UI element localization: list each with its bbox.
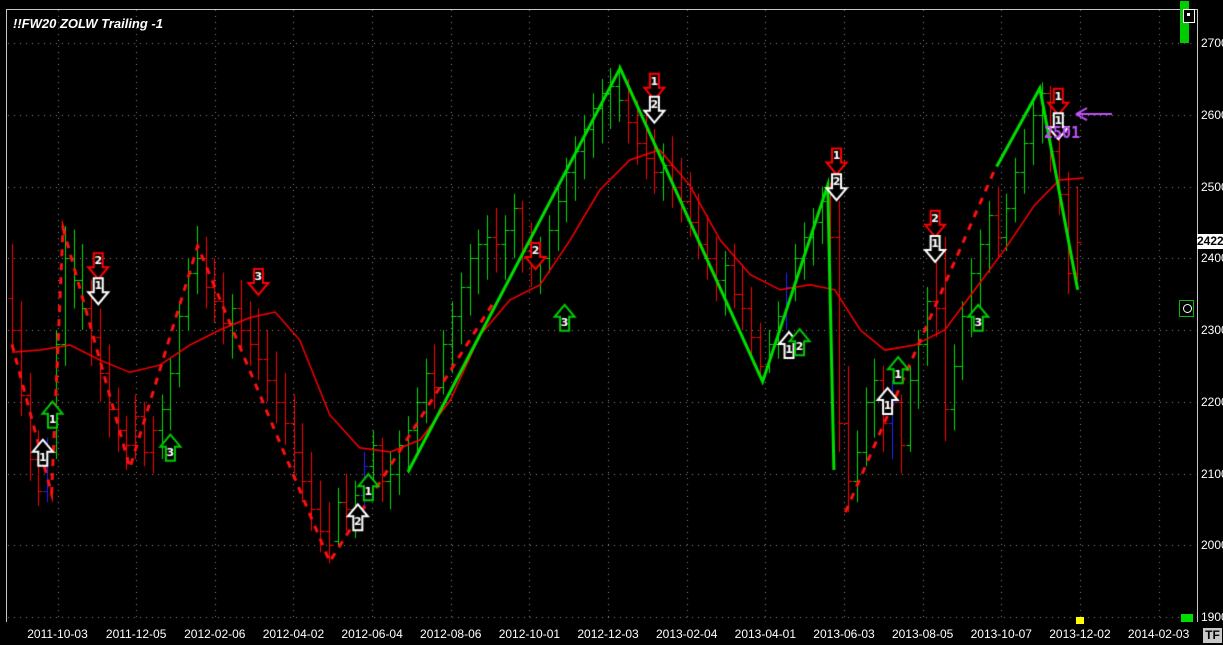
price-chart-canvas[interactable] (0, 0, 1223, 645)
price-axis-label: 2600 (1201, 108, 1223, 122)
date-axis[interactable]: 2011-10-03 2011-12-05 2012-02-06 2012-04-02… (0, 622, 1223, 645)
date-axis-label: 2013-08-05 (892, 627, 953, 641)
date-axis-label: 2013-10-07 (971, 627, 1032, 641)
date-axis-label: 2011-12-05 (106, 627, 167, 641)
date-axis-label: 2012-12-03 (577, 627, 638, 641)
timeframe-button[interactable]: TF (1203, 628, 1222, 643)
date-axis-label: 2014-02-03 (1128, 627, 1189, 641)
date-axis-label: 2013-04-01 (735, 627, 796, 641)
price-axis[interactable]: 270026002500240023002200210020001900 (1198, 0, 1223, 622)
date-axis-label: 2013-06-03 (813, 627, 874, 641)
chart-title: !!FW20 ZOLW Trailing -1 (13, 16, 163, 31)
date-axis-label: 2012-10-01 (499, 627, 560, 641)
date-axis-label: 2012-08-06 (420, 627, 481, 641)
price-axis-label: 2700 (1201, 36, 1223, 50)
price-axis-label: 2300 (1201, 323, 1223, 337)
bottom-corner-marker[interactable] (1181, 614, 1193, 622)
circle-handle-icon[interactable] (1183, 304, 1192, 313)
chart-window: !!FW20 ZOLW Trailing -1 2700 2600 2500 2400… (0, 0, 1223, 645)
date-axis-label: 2012-04-02 (263, 627, 324, 641)
date-axis-label: 2011-10-03 (27, 627, 88, 641)
price-axis-label: 2100 (1201, 467, 1223, 481)
date-axis-label: 2012-06-04 (341, 627, 402, 641)
price-axis-label: 2500 (1201, 180, 1223, 194)
price-axis-label: 2000 (1201, 538, 1223, 552)
price-axis-label: 2400 (1201, 251, 1223, 265)
price-axis-label: 2200 (1201, 395, 1223, 409)
chart-corner-box-icon[interactable] (1183, 9, 1195, 23)
date-axis-label: 2012-02-06 (184, 627, 245, 641)
current-bar-marker (1076, 617, 1084, 624)
last-price-box: 2422 (1197, 234, 1223, 249)
chart-corner-dot-icon (1187, 13, 1190, 16)
date-axis-label: 2013-12-02 (1049, 627, 1110, 641)
date-axis-label: 2013-02-04 (656, 627, 717, 641)
